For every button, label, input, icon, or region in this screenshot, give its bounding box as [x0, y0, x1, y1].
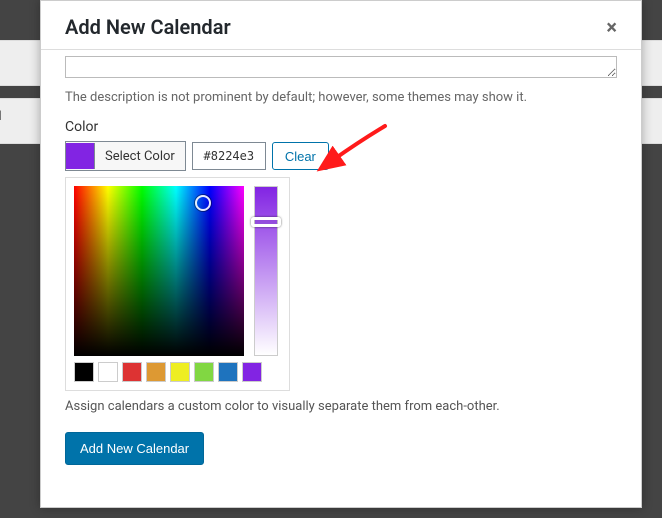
palette-swatch-7[interactable] — [242, 362, 262, 382]
color-label: Color — [65, 119, 617, 135]
palette-swatch-5[interactable] — [194, 362, 214, 382]
description-help-text: The description is not prominent by defa… — [65, 90, 617, 105]
background-fragment: und — [0, 109, 2, 124]
palette-swatch-6[interactable] — [218, 362, 238, 382]
palette-swatch-1[interactable] — [98, 362, 118, 382]
current-color-swatch — [66, 143, 95, 169]
select-color-label: Select Color — [95, 149, 185, 164]
hex-input[interactable] — [192, 142, 266, 170]
palette-swatch-2[interactable] — [122, 362, 142, 382]
modal-header: Add New Calendar × — [41, 1, 641, 50]
saturation-value-area[interactable] — [74, 186, 244, 356]
color-picker — [65, 177, 290, 391]
clear-button[interactable]: Clear — [272, 142, 329, 170]
color-help-text: Assign calendars a custom color to visua… — [65, 399, 617, 414]
hue-slider[interactable] — [254, 186, 278, 356]
palette-swatch-0[interactable] — [74, 362, 94, 382]
close-icon[interactable]: × — [606, 17, 617, 37]
palette-swatch-3[interactable] — [146, 362, 166, 382]
select-color-button[interactable]: Select Color — [65, 141, 186, 171]
palette-swatch-4[interactable] — [170, 362, 190, 382]
palette-row — [74, 362, 281, 382]
add-calendar-button[interactable]: Add New Calendar — [65, 432, 204, 465]
description-textarea[interactable] — [65, 56, 617, 78]
add-calendar-modal: Add New Calendar × The description is no… — [40, 0, 642, 508]
sv-marker-icon[interactable] — [195, 195, 211, 211]
modal-title: Add New Calendar — [65, 15, 231, 39]
hue-handle-icon[interactable] — [251, 217, 281, 227]
